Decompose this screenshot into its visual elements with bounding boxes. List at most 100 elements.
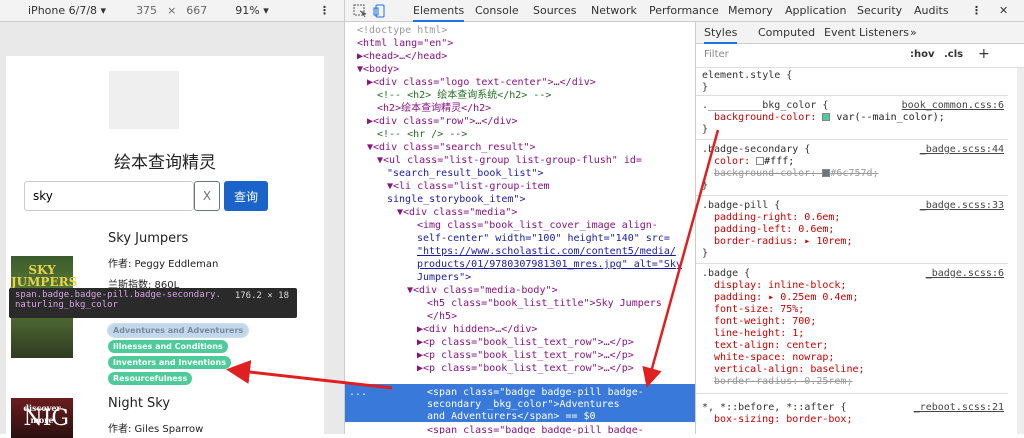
search-button[interactable]: 查询	[224, 181, 268, 211]
tree-line[interactable]: single_storybook_item">	[387, 193, 695, 206]
devtools-panel: Elements Console Sources Network Perform…	[344, 0, 1024, 434]
tree-line[interactable]: ▶<p class="book_list_text_row">…</p>	[417, 336, 695, 349]
tab-security[interactable]: Security	[857, 0, 902, 22]
tree-line[interactable]: </h5>	[427, 310, 695, 323]
tab-application[interactable]: Application	[785, 0, 846, 22]
more-icon[interactable]: ⋮	[319, 4, 330, 17]
tree-line[interactable]: ▼<div class="media-body">	[407, 284, 695, 297]
book-title[interactable]: Sky Jumpers	[108, 231, 188, 246]
prop-name[interactable]: background-color:	[714, 168, 822, 179]
tree-line[interactable]: ▶<div class="row">…</div>	[367, 115, 695, 128]
selected-node[interactable]: ... <span class="badge badge-pill badge-…	[345, 384, 695, 422]
prop-value[interactable]: #6c757d;	[830, 168, 878, 179]
cls-button[interactable]: .cls	[944, 49, 963, 60]
prop-line[interactable]: text-align: center;	[714, 340, 828, 352]
tree-line[interactable]: ▶<p class="book_list_text_row">…</p>	[417, 362, 695, 375]
viewport-height[interactable]: 667	[186, 4, 207, 17]
tree-line[interactable]: ▼<div class="media">	[397, 206, 695, 219]
rule-source-link[interactable]: _badge.scss:33	[920, 200, 1004, 211]
prop-line[interactable]: font-weight: 700;	[714, 316, 816, 328]
tree-line[interactable]: <html lang="en">	[357, 37, 695, 50]
prop-line[interactable]: padding: ▸ 0.25em 0.4em;	[714, 292, 859, 304]
tree-line[interactable]: ▶<head>…</head>	[357, 50, 695, 63]
style-rule: .badge { _badge.scss:6 display: inline-b…	[696, 268, 1008, 394]
rule-source-link[interactable]: book_common.css:6	[902, 100, 1004, 111]
tree-line[interactable]: <!doctype html>	[357, 24, 695, 37]
prop-line[interactable]: font-size: 75%;	[714, 304, 804, 316]
prop-name[interactable]: color:	[714, 156, 756, 167]
book-cover[interactable]: discover more NIG	[11, 398, 73, 438]
tab-network[interactable]: Network	[591, 0, 637, 22]
tab-computed[interactable]: Computed	[758, 22, 815, 44]
tree-line[interactable]: <h5 class="book_list_title">Sky Jumpers	[427, 297, 695, 310]
viewport-width[interactable]: 375	[136, 4, 157, 17]
tree-line[interactable]: <!-- <hr /> -->	[377, 128, 695, 141]
prop-line[interactable]: line-height: 1;	[714, 328, 804, 340]
tree-line[interactable]: self-center" width="100" height="140" sr…	[417, 232, 695, 245]
zoom-select[interactable]: 91% ▾	[235, 4, 268, 17]
prop-line[interactable]: vertical-align: baseline;	[714, 364, 865, 376]
tab-event-listeners[interactable]: Event Listeners	[824, 22, 909, 44]
prop-line[interactable]: border-radius: ▸ 10rem;	[714, 236, 852, 248]
prop-name[interactable]: background-color:	[714, 112, 822, 123]
badge[interactable]: Adventures and Adventurers	[106, 323, 250, 338]
device-select[interactable]: iPhone 6/7/8 ▾	[28, 4, 106, 17]
device-viewport: 绘本查询精灵 X 查询 Sky Jumpers 作者: Peggy Eddlem…	[0, 22, 344, 438]
rule-selector: ._________bkg_color {	[702, 100, 829, 111]
rule-source-link[interactable]: _reboot.scss:21	[914, 402, 1004, 413]
tree-line[interactable]: <img class="book_list_cover_image align-	[417, 219, 695, 232]
tree-link[interactable]: products/01/9780307981301_mres.jpg" alt=…	[417, 258, 695, 271]
book-title[interactable]: Night Sky	[108, 396, 170, 411]
tree-line[interactable]: <span class="badge badge-pill badge-	[427, 424, 695, 434]
prop-line[interactable]: padding-right: 0.6em;	[714, 212, 840, 224]
rule-selector: element.style {	[702, 70, 793, 81]
device-toggle-icon[interactable]	[373, 4, 387, 18]
hov-button[interactable]: :hov	[910, 49, 935, 60]
prop-value[interactable]: #fff;	[764, 156, 794, 167]
tab-elements[interactable]: Elements	[413, 0, 465, 22]
elements-tree: <!doctype html> <html lang="en"> ▶<head>…	[345, 22, 695, 434]
tab-styles[interactable]: Styles	[704, 22, 738, 44]
filter-input[interactable]: Filter	[704, 49, 729, 60]
prop-line[interactable]: display: inline-block;	[714, 280, 846, 292]
prop-value[interactable]: var(--main_color);	[836, 112, 944, 123]
tab-performance[interactable]: Performance	[649, 0, 719, 22]
clear-button[interactable]: X	[194, 181, 220, 211]
color-swatch[interactable]	[822, 113, 831, 121]
color-swatch[interactable]	[756, 157, 765, 165]
style-rule: *, *::before, *::after { _reboot.scss:21…	[696, 398, 1008, 434]
prop-line[interactable]: box-sizing: border-box;	[714, 414, 852, 426]
tab-console[interactable]: Console	[475, 0, 519, 22]
prop-line-overridden[interactable]: border-radius: 0.25rem;	[714, 376, 852, 388]
rule-source-link[interactable]: _badge.scss:44	[920, 144, 1004, 155]
search-input[interactable]	[24, 181, 194, 211]
rule-source-link[interactable]: _badge.scss:6	[926, 268, 1004, 279]
tree-line[interactable]: ▶<p class="book_list_text_row">…</p>	[417, 349, 695, 362]
add-rule-icon[interactable]: +	[978, 46, 990, 62]
scrollbar[interactable]	[1017, 68, 1024, 434]
prop-line[interactable]: white-space: nowrap;	[714, 352, 834, 364]
tab-sources[interactable]: Sources	[533, 0, 577, 22]
tree-line[interactable]: <!-- <h2> 绘本查询系统</h2> -->	[377, 89, 695, 102]
tree-line[interactable]: ▶<div class="logo text-center">…</div>	[367, 76, 695, 89]
more-tabs-icon[interactable]: »	[910, 22, 917, 44]
tree-line[interactable]: ▶<div hidden>…</div>	[417, 323, 695, 336]
prop-line[interactable]: padding-left: 0.6em;	[714, 224, 834, 236]
badge[interactable]: Illnesses and Conditions	[108, 340, 228, 353]
tree-line[interactable]: Jumpers">	[417, 271, 695, 284]
tab-audits[interactable]: Audits	[914, 0, 949, 22]
tree-link[interactable]: "https://www.scholastic.com/content5/med…	[417, 245, 695, 258]
inspect-icon[interactable]	[353, 4, 367, 18]
tree-line[interactable]: "search_result_book_list">	[387, 167, 695, 180]
badge[interactable]: Inventors and Inventions	[108, 356, 231, 369]
tree-line[interactable]: ▼<body>	[357, 63, 695, 76]
badge[interactable]: Resourcefulness	[108, 372, 193, 385]
close-icon[interactable]: ✕	[999, 0, 1008, 22]
tree-line[interactable]: ▼<li class="list-group-item	[387, 180, 695, 193]
tree-line[interactable]: ▼<ul class="list-group list-group-flush"…	[377, 154, 695, 167]
tree-line[interactable]: ▼<div class="search_result">	[367, 141, 695, 154]
more-icon[interactable]: ⋮	[971, 0, 982, 22]
style-rule: element.style { }	[696, 70, 1008, 96]
tab-memory[interactable]: Memory	[728, 0, 773, 22]
tree-line[interactable]: <h2>绘本查询精灵</h2>	[377, 102, 695, 115]
